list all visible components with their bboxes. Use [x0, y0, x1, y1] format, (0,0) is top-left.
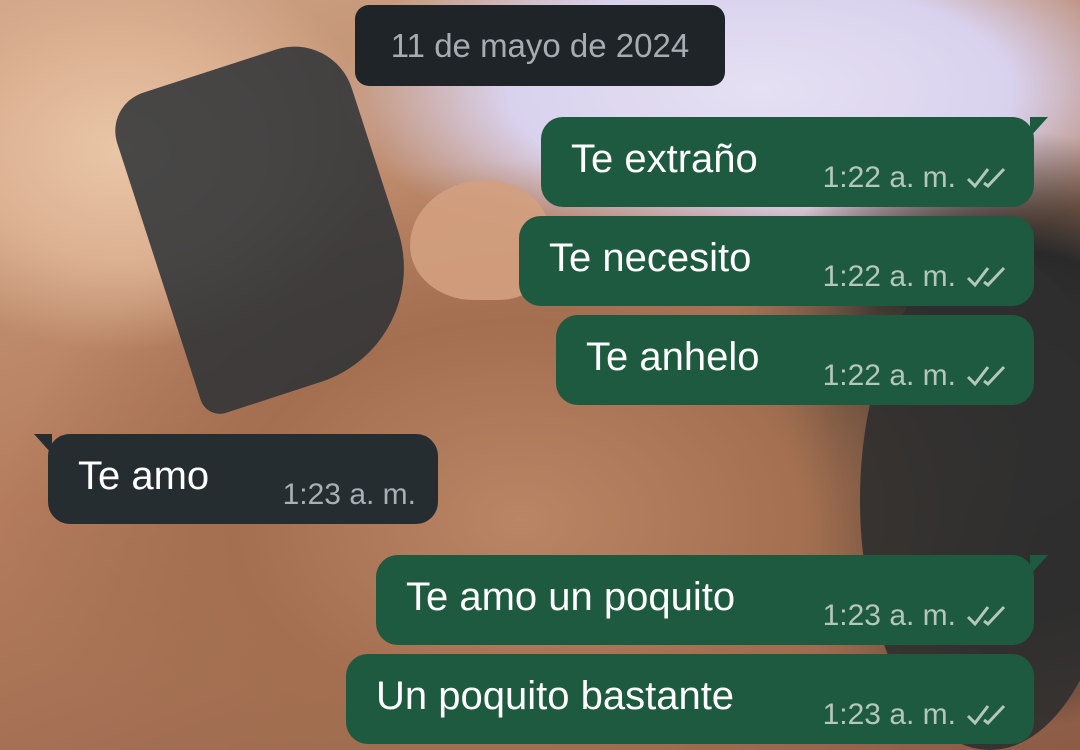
- message-meta: 1:22 a. m.: [823, 260, 1012, 294]
- message-meta: 1:23 a. m.: [823, 599, 1012, 633]
- message-time: 1:22 a. m.: [822, 260, 956, 293]
- message-bubble-incoming[interactable]: Te amo 1:23 a. m.: [34, 434, 438, 524]
- message-time: 1:22 a. m.: [822, 161, 956, 194]
- message-text: Te extraño: [571, 137, 758, 181]
- message-bubble-outgoing[interactable]: Te anhelo 1:22 a. m.: [556, 315, 1034, 405]
- message-text: Te necesito: [549, 236, 752, 280]
- message-time: 1:23 a. m.: [282, 478, 416, 511]
- message-time: 1:23 a. m.: [822, 698, 956, 731]
- message-text: Te amo: [78, 454, 210, 498]
- message-text: Un poquito bastante: [376, 674, 735, 718]
- message-time: 1:22 a. m.: [822, 359, 956, 392]
- message-bubble-outgoing[interactable]: Un poquito bastante 1:23 a. m.: [346, 654, 1034, 744]
- message-bubble-outgoing[interactable]: Te extraño 1:22 a. m.: [541, 117, 1048, 207]
- message-meta: 1:22 a. m.: [823, 161, 1012, 195]
- double-check-icon: [966, 167, 1006, 189]
- message-bubble-outgoing[interactable]: Te necesito 1:22 a. m.: [519, 216, 1034, 306]
- double-check-icon: [966, 704, 1006, 726]
- wallpaper-photo-shape: [104, 30, 436, 420]
- date-separator: 11 de mayo de 2024: [355, 5, 725, 86]
- message-bubble-outgoing[interactable]: Te amo un poquito 1:23 a. m.: [376, 555, 1048, 645]
- message-text: Te amo un poquito: [406, 575, 736, 619]
- message-text: Te anhelo: [586, 335, 760, 379]
- message-meta: 1:23 a. m.: [823, 698, 1012, 732]
- double-check-icon: [966, 605, 1006, 627]
- message-meta: 1:23 a. m.: [283, 478, 416, 512]
- double-check-icon: [966, 365, 1006, 387]
- double-check-icon: [966, 266, 1006, 288]
- message-time: 1:23 a. m.: [822, 599, 956, 632]
- message-meta: 1:22 a. m.: [823, 359, 1012, 393]
